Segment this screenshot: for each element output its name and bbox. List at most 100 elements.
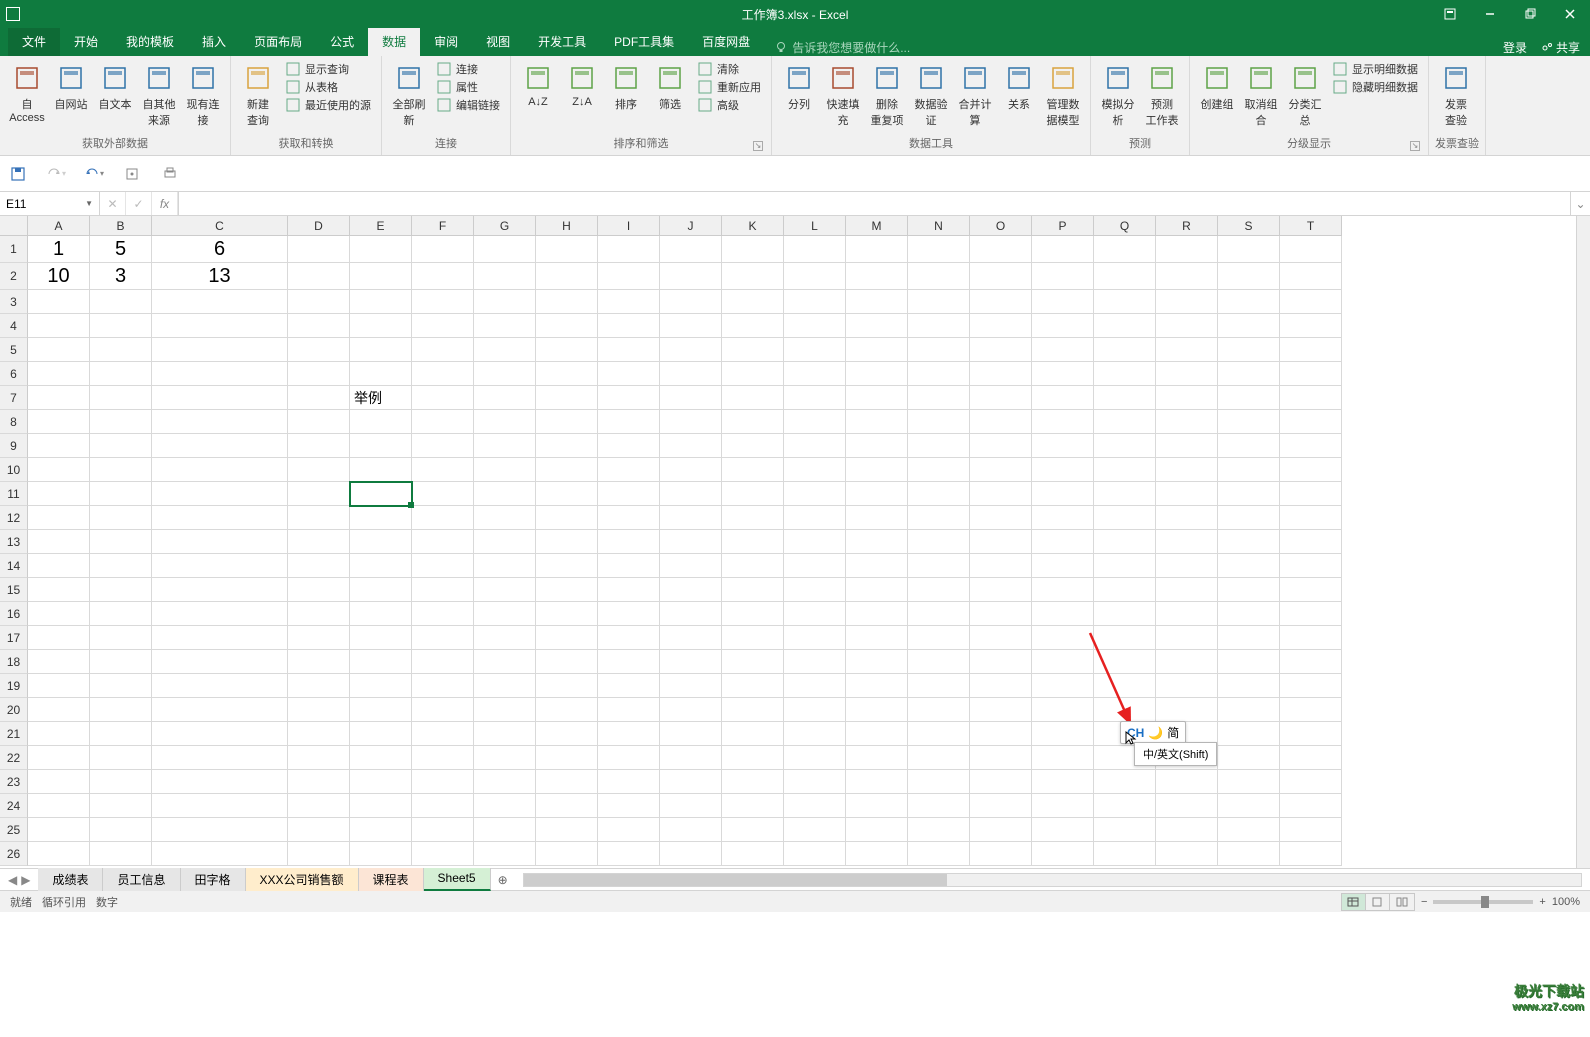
cell-G5[interactable] xyxy=(474,338,536,362)
cell-M13[interactable] xyxy=(846,530,908,554)
text-to-cols[interactable]: 分列 xyxy=(778,60,820,114)
cell-Q10[interactable] xyxy=(1094,458,1156,482)
cell-A7[interactable] xyxy=(28,386,90,410)
cell-F8[interactable] xyxy=(412,410,474,434)
cell-T2[interactable] xyxy=(1280,263,1342,290)
cell-T12[interactable] xyxy=(1280,506,1342,530)
add-sheet-button[interactable]: ⊕ xyxy=(491,873,515,887)
cell-R17[interactable] xyxy=(1156,626,1218,650)
subtotal[interactable]: 分类汇总 xyxy=(1284,60,1326,130)
cell-S6[interactable] xyxy=(1218,362,1280,386)
cell-N22[interactable] xyxy=(908,746,970,770)
cell-Q1[interactable] xyxy=(1094,236,1156,263)
cell-B17[interactable] xyxy=(90,626,152,650)
cell-P9[interactable] xyxy=(1032,434,1094,458)
invoice-check[interactable]: 发票查验 xyxy=(1435,60,1477,130)
row-header-1[interactable]: 1 xyxy=(0,236,28,263)
cell-T23[interactable] xyxy=(1280,770,1342,794)
cell-P13[interactable] xyxy=(1032,530,1094,554)
cell-I24[interactable] xyxy=(598,794,660,818)
cell-M17[interactable] xyxy=(846,626,908,650)
cell-K16[interactable] xyxy=(722,602,784,626)
row-header-23[interactable]: 23 xyxy=(0,770,28,794)
cell-G14[interactable] xyxy=(474,554,536,578)
row-header-3[interactable]: 3 xyxy=(0,290,28,314)
cell-B10[interactable] xyxy=(90,458,152,482)
cell-E26[interactable] xyxy=(350,842,412,866)
cell-D12[interactable] xyxy=(288,506,350,530)
cell-S25[interactable] xyxy=(1218,818,1280,842)
cell-I5[interactable] xyxy=(598,338,660,362)
cell-M14[interactable] xyxy=(846,554,908,578)
cell-H8[interactable] xyxy=(536,410,598,434)
cell-M18[interactable] xyxy=(846,650,908,674)
show-queries[interactable]: 显示查询 xyxy=(281,60,375,78)
cell-B23[interactable] xyxy=(90,770,152,794)
cell-H3[interactable] xyxy=(536,290,598,314)
cell-C17[interactable] xyxy=(152,626,288,650)
from-table[interactable]: 从表格 xyxy=(281,78,375,96)
cell-B9[interactable] xyxy=(90,434,152,458)
cell-T8[interactable] xyxy=(1280,410,1342,434)
cell-H13[interactable] xyxy=(536,530,598,554)
cell-I3[interactable] xyxy=(598,290,660,314)
cell-S7[interactable] xyxy=(1218,386,1280,410)
cell-D10[interactable] xyxy=(288,458,350,482)
cell-J11[interactable] xyxy=(660,482,722,506)
cell-I13[interactable] xyxy=(598,530,660,554)
cell-J10[interactable] xyxy=(660,458,722,482)
cell-E4[interactable] xyxy=(350,314,412,338)
cell-E15[interactable] xyxy=(350,578,412,602)
cell-P24[interactable] xyxy=(1032,794,1094,818)
cell-J26[interactable] xyxy=(660,842,722,866)
cell-O20[interactable] xyxy=(970,698,1032,722)
cell-B13[interactable] xyxy=(90,530,152,554)
row-header-5[interactable]: 5 xyxy=(0,338,28,362)
cell-H14[interactable] xyxy=(536,554,598,578)
cell-Q7[interactable] xyxy=(1094,386,1156,410)
cell-G8[interactable] xyxy=(474,410,536,434)
cell-N19[interactable] xyxy=(908,674,970,698)
cell-P17[interactable] xyxy=(1032,626,1094,650)
cell-I25[interactable] xyxy=(598,818,660,842)
cell-F3[interactable] xyxy=(412,290,474,314)
cell-M1[interactable] xyxy=(846,236,908,263)
cell-F26[interactable] xyxy=(412,842,474,866)
cell-O5[interactable] xyxy=(970,338,1032,362)
cell-G25[interactable] xyxy=(474,818,536,842)
cell-B3[interactable] xyxy=(90,290,152,314)
cell-E9[interactable] xyxy=(350,434,412,458)
cell-K2[interactable] xyxy=(722,263,784,290)
cell-T10[interactable] xyxy=(1280,458,1342,482)
cell-P25[interactable] xyxy=(1032,818,1094,842)
cell-E20[interactable] xyxy=(350,698,412,722)
cell-L1[interactable] xyxy=(784,236,846,263)
cell-A11[interactable] xyxy=(28,482,90,506)
cell-C21[interactable] xyxy=(152,722,288,746)
cell-C22[interactable] xyxy=(152,746,288,770)
cell-T7[interactable] xyxy=(1280,386,1342,410)
sort-asc[interactable]: A↓Z xyxy=(517,60,559,110)
col-header-K[interactable]: K xyxy=(722,216,784,236)
cell-R13[interactable] xyxy=(1156,530,1218,554)
cell-F18[interactable] xyxy=(412,650,474,674)
cell-H9[interactable] xyxy=(536,434,598,458)
cell-Q2[interactable] xyxy=(1094,263,1156,290)
cell-O17[interactable] xyxy=(970,626,1032,650)
cell-C13[interactable] xyxy=(152,530,288,554)
cell-E1[interactable] xyxy=(350,236,412,263)
cell-O11[interactable] xyxy=(970,482,1032,506)
cell-E23[interactable] xyxy=(350,770,412,794)
cell-J1[interactable] xyxy=(660,236,722,263)
cell-N7[interactable] xyxy=(908,386,970,410)
cell-D23[interactable] xyxy=(288,770,350,794)
cell-G19[interactable] xyxy=(474,674,536,698)
cell-J22[interactable] xyxy=(660,746,722,770)
cell-I22[interactable] xyxy=(598,746,660,770)
cell-H19[interactable] xyxy=(536,674,598,698)
cell-S20[interactable] xyxy=(1218,698,1280,722)
spreadsheet-grid[interactable]: ABCDEFGHIJKLMNOPQRST 1234567891011121314… xyxy=(0,216,1590,868)
cell-M23[interactable] xyxy=(846,770,908,794)
cell-L20[interactable] xyxy=(784,698,846,722)
cell-D18[interactable] xyxy=(288,650,350,674)
